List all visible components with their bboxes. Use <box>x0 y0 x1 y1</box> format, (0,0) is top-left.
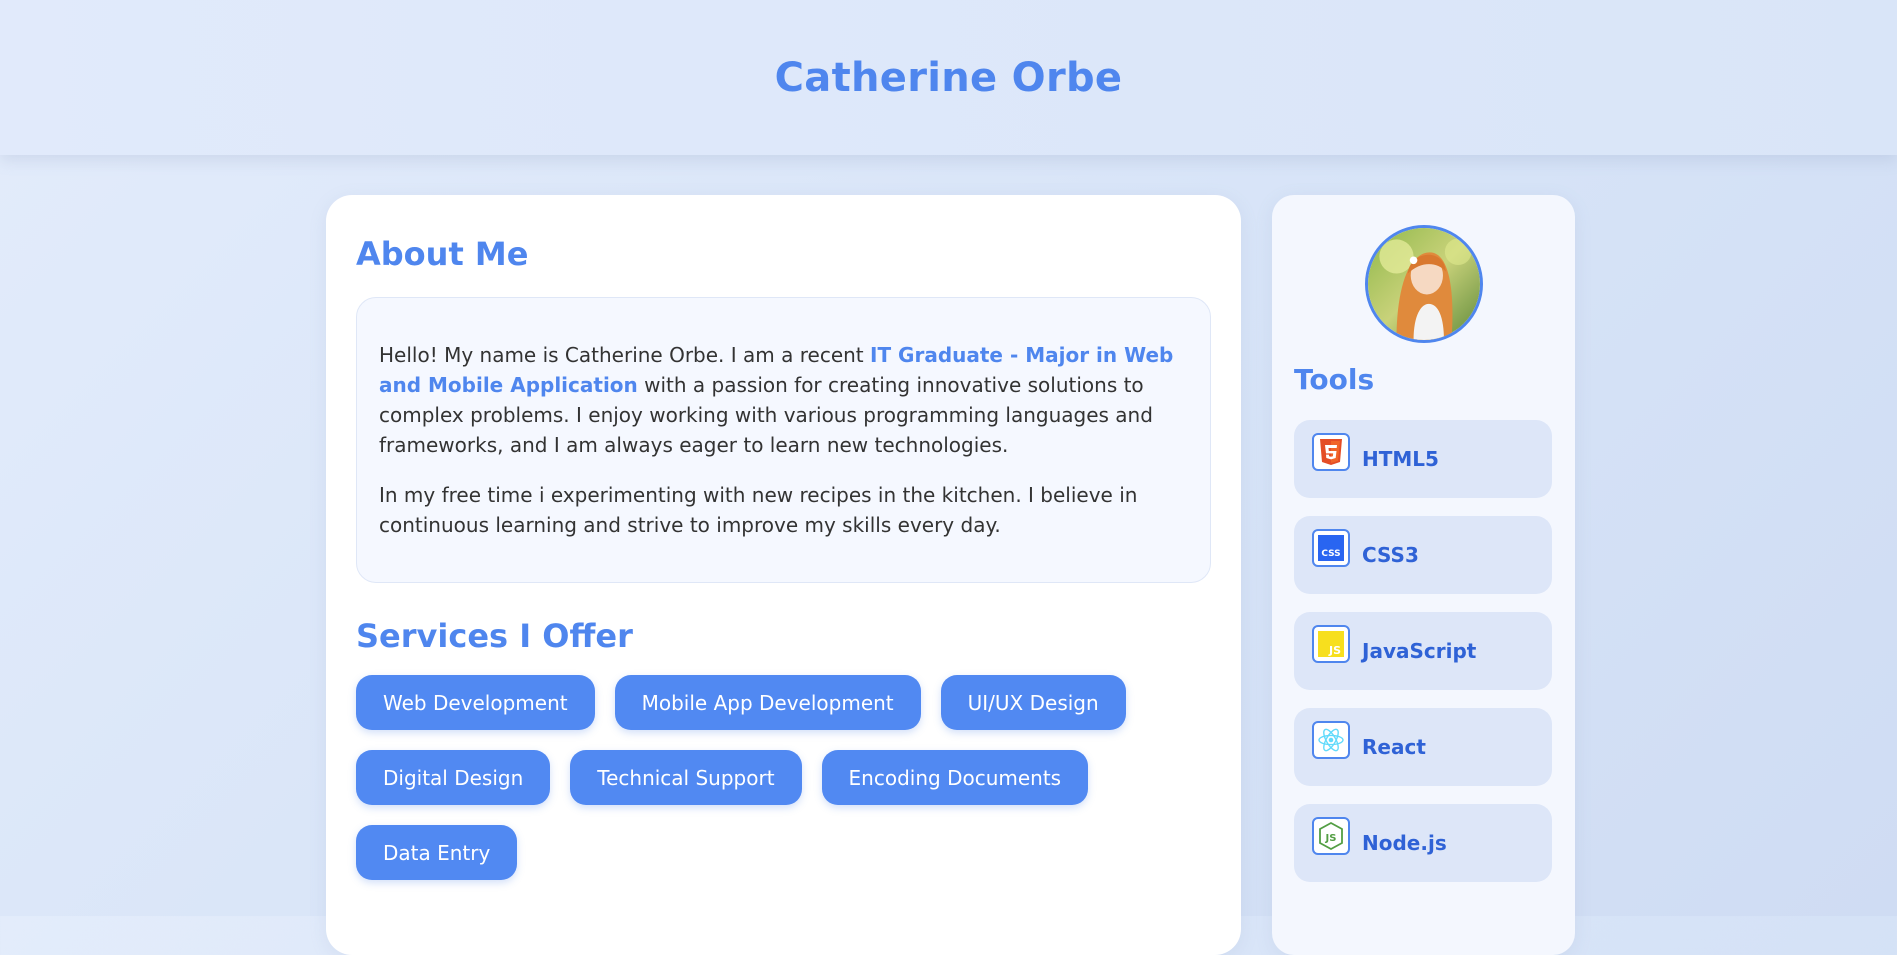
about-title: About Me <box>356 235 529 273</box>
tool-item-nodejs[interactable]: JS Node.js <box>1294 804 1552 882</box>
tools-title: Tools <box>1294 363 1375 396</box>
react-icon <box>1312 721 1350 759</box>
tool-label-nodejs: Node.js <box>1362 831 1447 855</box>
avatar <box>1364 225 1483 343</box>
site-title: Catherine Orbe <box>774 54 1123 101</box>
service-chip-web-development[interactable]: Web Development <box>356 675 595 730</box>
sidebar-card: Tools HTML5 CSS CSS3 JS JavaScript React… <box>1272 195 1575 955</box>
services-title: Services I Offer <box>356 617 633 655</box>
about-paragraph-1: Hello! My name is Catherine Orbe. I am a… <box>379 340 1188 460</box>
tool-item-html5[interactable]: HTML5 <box>1294 420 1552 498</box>
javascript-icon: JS <box>1312 625 1350 663</box>
service-chip-data-entry[interactable]: Data Entry <box>356 825 518 880</box>
service-chip-digital-design[interactable]: Digital Design <box>356 750 551 805</box>
svg-text:JS: JS <box>1325 833 1337 844</box>
tool-label-react: React <box>1362 735 1426 759</box>
tool-item-javascript[interactable]: JS JavaScript <box>1294 612 1552 690</box>
main-content-card: About Me Hello! My name is Catherine Orb… <box>326 195 1241 955</box>
tool-item-css3[interactable]: CSS CSS3 <box>1294 516 1552 594</box>
service-chip-technical-support[interactable]: Technical Support <box>570 750 802 805</box>
about-paragraph-2: In my free time i experimenting with new… <box>379 483 1138 537</box>
tool-item-react[interactable]: React <box>1294 708 1552 786</box>
service-chip-ui-ux-design[interactable]: UI/UX Design <box>940 675 1126 730</box>
nodejs-icon: JS <box>1312 817 1350 855</box>
service-chip-mobile-app-development[interactable]: Mobile App Development <box>614 675 921 730</box>
about-text-start: Hello! My name is Catherine Orbe. I am a… <box>379 343 870 367</box>
svg-text:CSS: CSS <box>1321 549 1340 559</box>
tool-label-html5: HTML5 <box>1362 447 1439 471</box>
about-box: Hello! My name is Catherine Orbe. I am a… <box>356 297 1211 583</box>
services-list: Web Development Mobile App Development U… <box>356 675 1211 880</box>
tool-label-css3: CSS3 <box>1362 543 1419 567</box>
tool-label-javascript: JavaScript <box>1362 639 1477 663</box>
html5-icon <box>1312 433 1350 471</box>
page-header: Catherine Orbe <box>0 0 1897 155</box>
css3-icon: CSS <box>1312 529 1350 567</box>
svg-text:JS: JS <box>1328 644 1341 657</box>
service-chip-encoding-documents[interactable]: Encoding Documents <box>821 750 1089 805</box>
